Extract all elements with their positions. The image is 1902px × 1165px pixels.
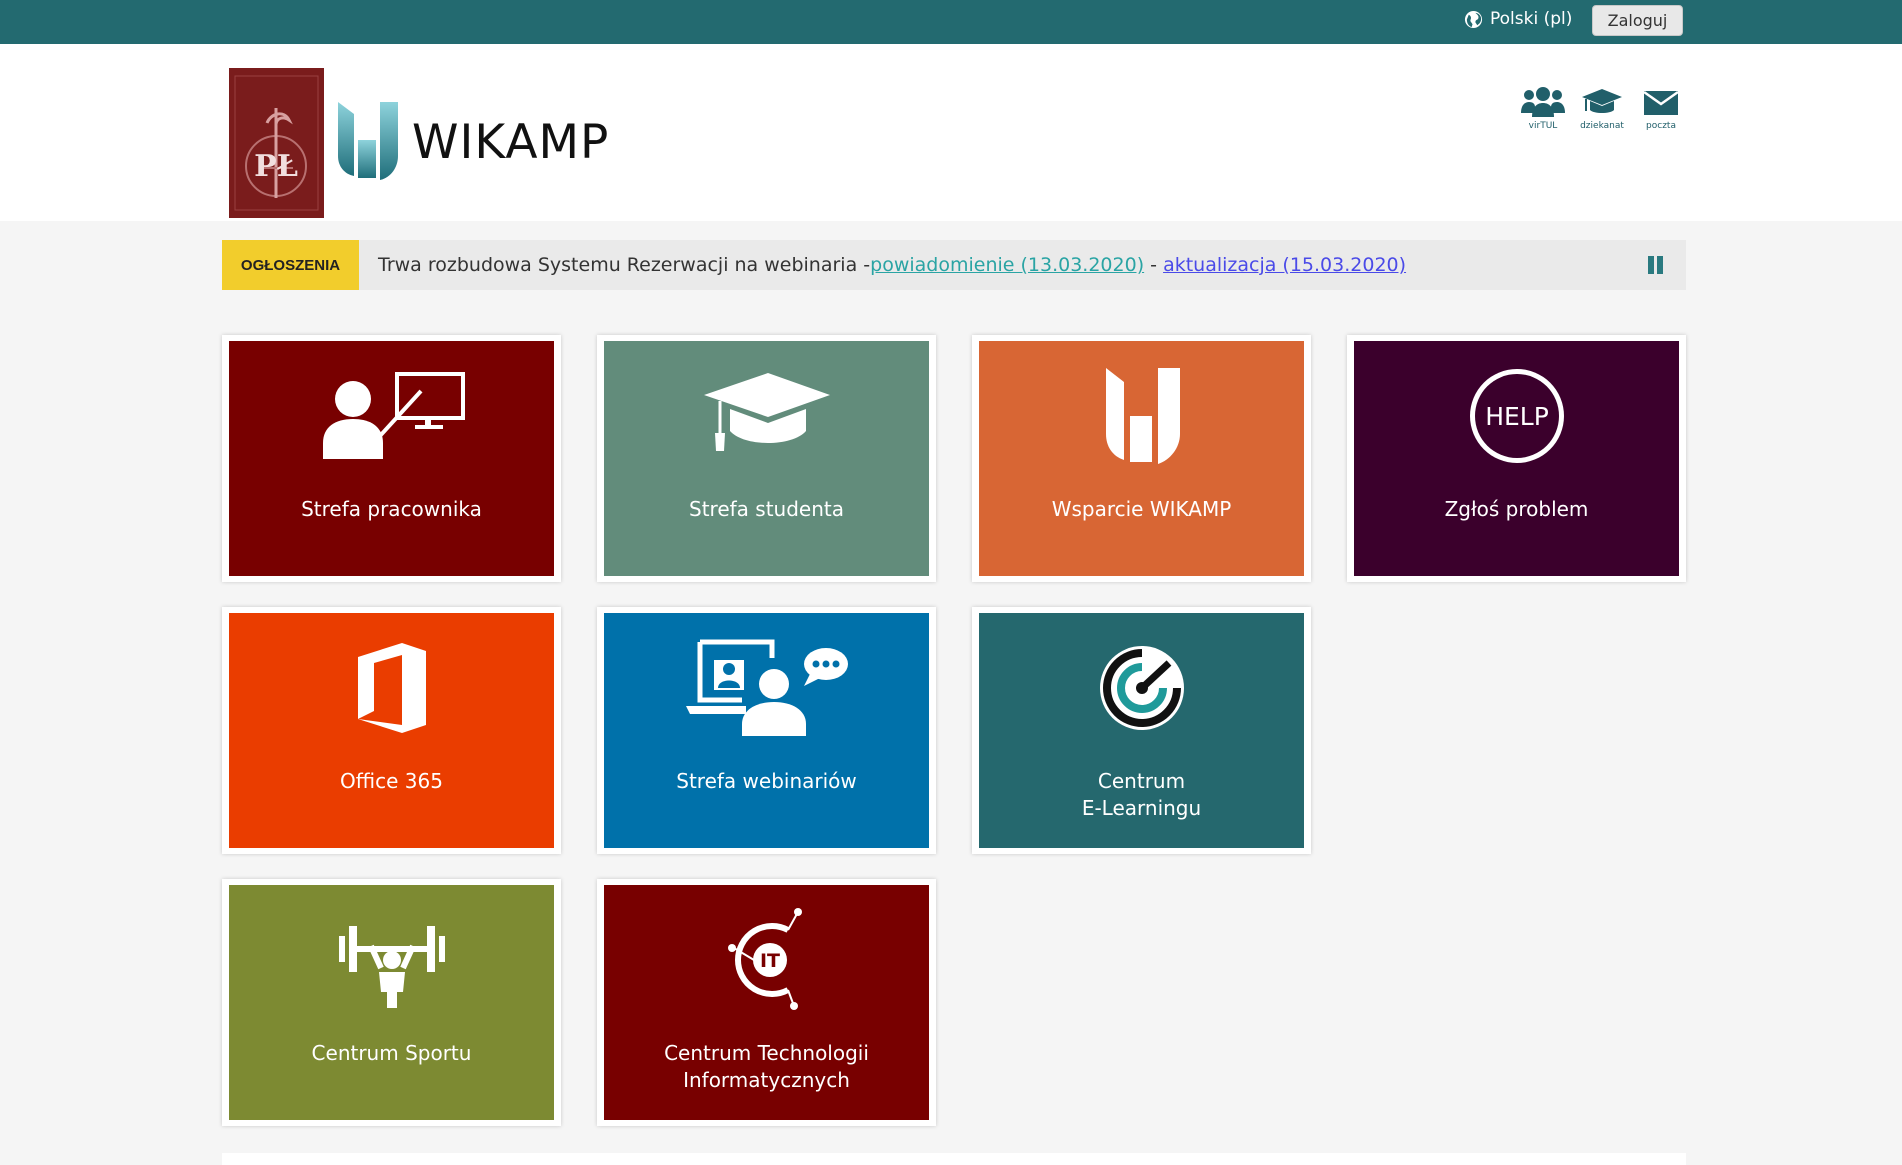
brand-name: WIKAMP: [412, 115, 610, 170]
globe-icon: [1464, 10, 1483, 28]
tile-background: Wsparcie WIKAMP: [979, 341, 1304, 576]
tile-label-line2: Informatycznych: [683, 1068, 850, 1092]
wikamp-logo-icon: [1105, 368, 1180, 464]
svg-text:IT: IT: [759, 950, 779, 972]
tile-label-line1: Centrum: [1097, 769, 1186, 793]
tile-background: IT Centrum Technologii Informatycznych: [604, 885, 929, 1120]
tile-background: Strefa pracownika: [229, 341, 554, 576]
quick-link-label: dziekanat: [1580, 121, 1624, 131]
tile-background: Centrum Sportu: [229, 885, 554, 1120]
office-icon: [357, 642, 426, 733]
pause-icon[interactable]: [1648, 256, 1664, 274]
language-label: Polski (pl): [1490, 9, 1573, 29]
announcement-bar: OGŁOSZENIA Trwa rozbudowa Systemu Rezerw…: [222, 240, 1686, 290]
tile-centrum-technologii-informatycznych[interactable]: IT Centrum Technologii Informatycznych: [597, 879, 936, 1126]
announcement-link-update[interactable]: aktualizacja (15.03.2020): [1163, 254, 1406, 276]
footer-panel: [222, 1153, 1686, 1165]
tile-background: Centrum E-Learningu: [979, 613, 1304, 848]
svg-text:HELP: HELP: [1485, 402, 1549, 431]
tile-centrum-sportu[interactable]: Centrum Sportu: [222, 879, 561, 1126]
top-bar: Polski (pl) Zaloguj: [0, 0, 1902, 44]
login-button[interactable]: Zaloguj: [1592, 5, 1683, 36]
tile-background: HELP Zgłoś problem: [1354, 341, 1679, 576]
quick-link-virtul[interactable]: virTUL: [1515, 84, 1571, 131]
tile-strefa-webinariow[interactable]: Strefa webinariów: [597, 607, 936, 854]
announcement-text: Trwa rozbudowa Systemu Rezerwacji na web…: [378, 240, 1406, 290]
tile-label-line2: E-Learningu: [1081, 796, 1202, 820]
users-icon: [1521, 87, 1565, 117]
tile-strefa-studenta[interactable]: Strefa studenta: [597, 335, 936, 582]
announcement-separator: -: [1144, 254, 1164, 276]
tile-label-line1: Centrum Technologii: [664, 1041, 869, 1065]
university-logo[interactable]: PŁ: [229, 68, 324, 218]
elearning-icon: [1099, 646, 1184, 730]
graduation-cap-icon: [1582, 89, 1622, 113]
svg-text:PŁ: PŁ: [254, 149, 298, 184]
header: PŁ WIKAMP virTUL dziekanat poczta: [0, 44, 1902, 221]
weightlifting-icon: [338, 926, 445, 1008]
tile-zglos-problem[interactable]: HELP Zgłoś problem: [1347, 335, 1686, 582]
tile-label: Strefa webinariów: [676, 769, 857, 793]
language-selector[interactable]: Polski (pl): [1464, 0, 1572, 38]
quick-link-dziekanat[interactable]: dziekanat: [1574, 84, 1630, 131]
it-center-icon: IT: [727, 908, 802, 1010]
envelope-icon: [1643, 90, 1679, 115]
graduation-cap-icon: [703, 372, 830, 451]
tile-label: Centrum Technologii Informatycznych: [604, 1040, 929, 1094]
quick-link-label: virTUL: [1528, 121, 1558, 131]
tile-background: Strefa studenta: [604, 341, 929, 576]
tile-label: Centrum E-Learningu: [979, 768, 1304, 822]
wikamp-logo-icon: [338, 102, 398, 180]
tile-label: Centrum Sportu: [311, 1041, 472, 1065]
tile-centrum-e-learningu[interactable]: Centrum E-Learningu: [972, 607, 1311, 854]
tile-label: Strefa studenta: [689, 497, 844, 521]
tile-office-365[interactable]: Office 365: [222, 607, 561, 854]
help-icon: HELP: [1469, 369, 1564, 463]
quick-link-poczta[interactable]: poczta: [1633, 84, 1689, 131]
tile-strefa-pracownika[interactable]: Strefa pracownika: [222, 335, 561, 582]
announcement-message: Trwa rozbudowa Systemu Rezerwacji na web…: [378, 254, 871, 276]
tile-label: Wsparcie WIKAMP: [1051, 497, 1232, 521]
tile-label: Office 365: [340, 769, 443, 793]
webinar-icon: [685, 639, 848, 736]
tile-background: Office 365: [229, 613, 554, 848]
quick-link-label: poczta: [1646, 121, 1676, 131]
tile-background: Strefa webinariów: [604, 613, 929, 848]
announcement-tag: OGŁOSZENIA: [222, 240, 359, 290]
tile-label: Strefa pracownika: [301, 497, 482, 521]
tile-label: Zgłoś problem: [1444, 497, 1589, 521]
tile-wsparcie-wikamp[interactable]: Wsparcie WIKAMP: [972, 335, 1311, 582]
wikamp-logo[interactable]: [336, 100, 401, 184]
announcement-link-notification[interactable]: powiadomienie (13.03.2020): [870, 254, 1144, 276]
teacher-icon: [322, 371, 465, 459]
university-emblem-icon: PŁ: [234, 75, 319, 211]
